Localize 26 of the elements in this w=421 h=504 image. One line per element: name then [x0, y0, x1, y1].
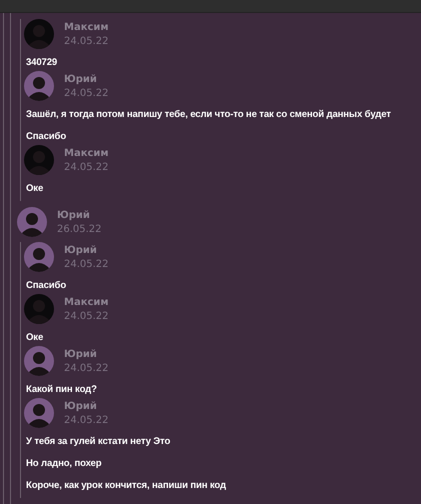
- author-name: Юрий: [64, 348, 98, 360]
- message-text: Спасибо: [26, 131, 68, 143]
- author-name: Юрий: [57, 210, 91, 220]
- message-text: Зашёл, я тогда потом напишу тебе, если что-то не так со сменой данных будет: [26, 109, 392, 121]
- message-text: Оке: [26, 183, 44, 195]
- author-name: Юрий: [64, 74, 98, 84]
- author-name: Максим: [64, 148, 109, 158]
- author-name: Максим: [64, 296, 109, 308]
- message-date: 24.05.22: [64, 88, 109, 98]
- author-name: Юрий: [64, 400, 98, 412]
- message-date: 24.05.22: [64, 310, 109, 322]
- message-text: Спасибо: [26, 280, 68, 292]
- message-text: Оке: [26, 332, 44, 344]
- message-date: 24.05.22: [64, 414, 109, 426]
- message-text: У тебя за гулей кстати нету Это: [26, 436, 172, 448]
- author-name: Максим: [64, 22, 109, 32]
- message-date: 24.05.22: [64, 258, 109, 270]
- message-text: Короче, как урок кончится, напиши пин код: [26, 480, 227, 492]
- message-date: 24.05.22: [64, 362, 109, 374]
- message-date: 24.05.22: [64, 36, 109, 46]
- message-date: 26.05.22: [57, 224, 102, 234]
- message-text: Но ладно, похер: [26, 458, 102, 470]
- message-text: Какой пин код?: [26, 384, 98, 396]
- message-date: 24.05.22: [64, 162, 109, 172]
- author-name: Юрий: [64, 244, 98, 256]
- message-text: 340729: [26, 57, 58, 69]
